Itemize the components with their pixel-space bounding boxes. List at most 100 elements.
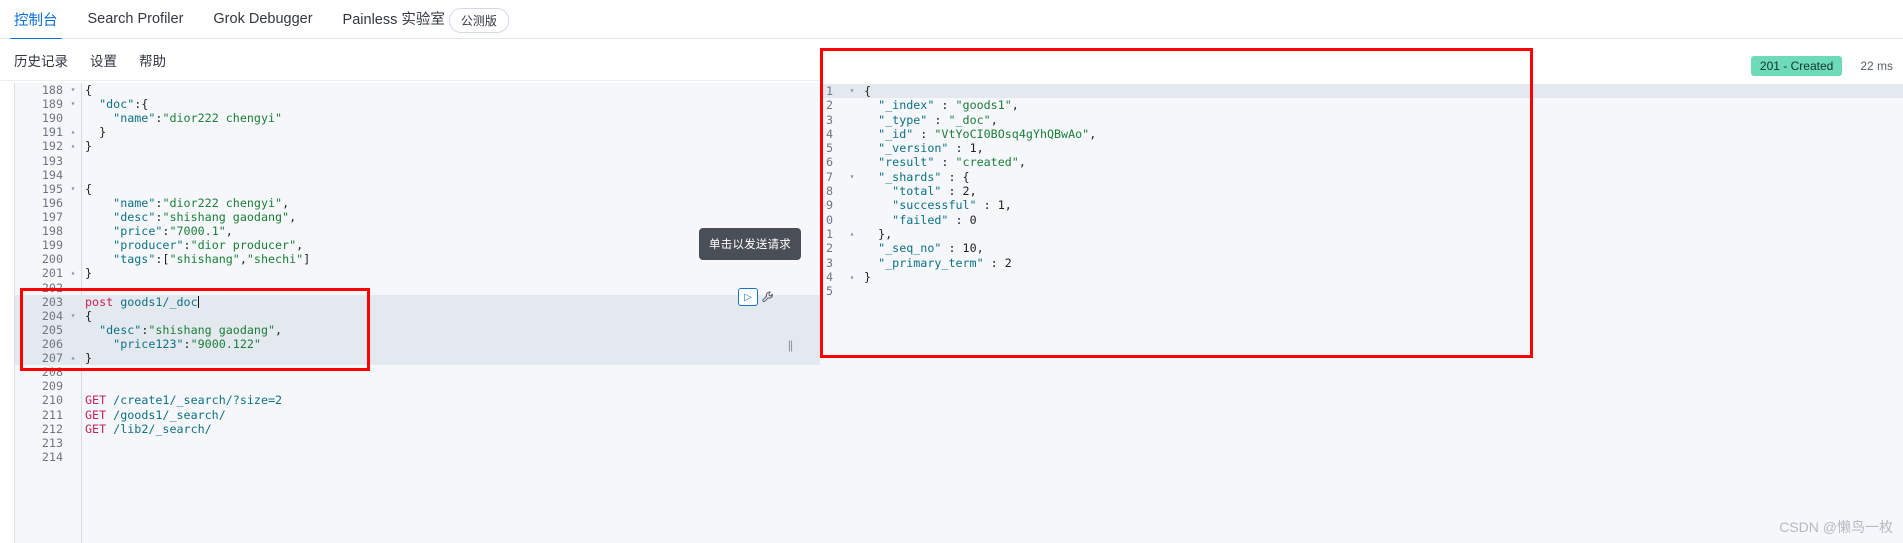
editor-line-number: 209 [41,379,63,394]
editor-line[interactable]: 212 GET /lib2/_search/ [15,422,839,436]
editor-line-number: 195✖ [15,182,67,196]
fold-toggle-icon[interactable]: ▾ [67,83,79,97]
editor-line-number: 214 [41,449,63,464]
editor-line-number: 202 [41,280,63,295]
response-line-number: 2 [826,98,834,113]
editor-line-number: 212 [41,421,63,436]
tab-console[interactable]: 控制台 [10,9,61,41]
response-line-text: { [864,84,872,98]
editor-line[interactable]: 208 [15,365,839,379]
editor-line-number: 204 [41,308,63,323]
send-request-play-icon[interactable]: ▷ [738,288,758,306]
tab-search-profiler[interactable]: Search Profiler [88,11,184,37]
editor-line[interactable]: 191 ▴ } [15,125,839,139]
editor-line[interactable]: 188 ▾ { [15,83,839,97]
fold-toggle-icon[interactable]: ▴ [67,351,79,365]
editor-line[interactable]: 192 ▴} [15,139,839,153]
editor-line[interactable]: 194 [15,168,839,182]
fold-toggle-icon[interactable]: ▾ [846,84,858,98]
response-line-number: 8 [826,184,834,199]
response-pane: 201 - Created 22 ms 1 ▾ {2 "_index" : "goo… [820,48,1903,543]
response-line: 5 [820,284,1903,298]
editor-line[interactable]: 203 post goods1/_doc [15,294,839,309]
editor-line[interactable]: 214 [15,450,839,464]
response-line-text: } [864,269,872,284]
editor-line[interactable]: 193 [15,154,839,168]
editor-line[interactable]: 197 "desc":"shishang gaodang", [15,210,839,224]
fold-toggle-icon[interactable]: ▴ [67,139,79,153]
response-line: 1 ▴ }, [820,227,1903,241]
fold-toggle-icon[interactable]: ▾ [67,309,79,323]
editor-line[interactable]: 206 "price123":"9000.122" [15,336,839,352]
editor-line-number: 208 [41,365,63,380]
editor-line-number: 203 [41,294,63,309]
response-line-text: "_seq_no" : 10, [878,241,984,256]
response-line-text: "_id" : "VtYoCI0BOsq4gYhQBwAo", [878,126,1097,141]
response-line-text: "total" : 2, [892,184,977,199]
editor-line-text: } [85,351,93,366]
editor-line-text: "desc":"shishang gaodang", [99,322,283,337]
response-line-number: 1 [826,84,834,98]
fold-toggle-icon[interactable]: ▾ [846,170,858,184]
tab-grok-debugger-label: Grok Debugger [213,11,313,27]
pane-splitter-handle[interactable]: || [786,337,794,353]
editor-line[interactable]: 201 ▴} [15,266,839,280]
response-header: 201 - Created 22 ms [820,48,1903,84]
editor-line[interactable]: 207 ▴} [15,351,839,366]
editor-line[interactable]: 196 "name":"dior222 chengyi", [15,196,839,210]
response-line-text: "_primary_term" : 2 [878,255,1012,270]
response-line-text: "_index" : "goods1", [878,98,1019,113]
response-line-number: 7 [826,169,834,184]
editor-line-number: 201 [41,266,63,281]
response-line-text: "_type" : "_doc", [878,112,998,127]
request-editor[interactable]: 188 ▾{189 ▾ "doc":{190 "name":"dior222 che… [14,83,839,543]
submenu-item-settings[interactable]: 设置 [90,50,117,70]
editor-line[interactable]: 195✖▾ { [15,182,839,196]
response-line: 8 "total" : 2, [820,184,1903,198]
response-line-number: 4 [826,126,834,141]
response-line-text: }, [864,226,893,241]
fold-toggle-icon[interactable]: ▾ [67,97,79,111]
tab-grok-debugger[interactable]: Grok Debugger [213,11,312,37]
response-line: 7 ▾ "_shards" : { [820,170,1903,184]
response-line: 2 "_index" : "goods1", [820,98,1903,112]
response-line: 1 ▾ { [820,84,1903,99]
response-line-number: 6 [826,155,834,170]
wrench-icon[interactable] [760,288,776,306]
response-line-number: 9 [826,198,834,213]
editor-line[interactable]: 205 "desc":"shishang gaodang", [15,322,839,337]
editor-line[interactable]: 190 "name":"dior222 chengyi" [15,111,839,125]
response-line: 4 ▴} [820,270,1903,284]
submenu-item-history[interactable]: 历史记录 [14,50,68,70]
editor-line[interactable]: 211 GET /goods1/_search/ [15,408,839,422]
tab-painless-lab[interactable]: Painless 实验室 公测版 [343,7,509,42]
editor-line[interactable]: 202 [15,281,839,295]
console-page: 控制台 Search Profiler Grok Debugger Painle… [0,0,1903,543]
response-line-number: 3 [826,255,834,270]
response-line-text: "successful" : 1, [892,198,1012,213]
submenu-item-help[interactable]: 帮助 [139,50,166,70]
fold-toggle-icon[interactable]: ▴ [67,125,79,139]
editor-line[interactable]: 210 GET /create1/_search/?size=2 [15,393,839,407]
editor-line-number: 198 [41,224,63,239]
editor-line[interactable]: 189 ▾ "doc":{ [15,97,839,111]
response-line: 5 "_version" : 1, [820,141,1903,155]
tab-search-profiler-label: Search Profiler [87,11,184,27]
fold-toggle-icon[interactable]: ▴ [846,270,858,284]
response-line-number: 3 [826,112,834,127]
fold-toggle-icon[interactable]: ▾ [67,182,79,196]
editor-line-number: 205 [41,322,63,337]
response-line-number: 5 [826,141,834,156]
fold-toggle-icon[interactable]: ▴ [67,266,79,280]
editor-line[interactable]: 213 [15,436,839,450]
editor-line-number: 211 [41,407,63,422]
editor-line-number: 193 [41,153,63,168]
response-body[interactable]: 1 ▾{2 "_index" : "goods1", 3 "_type" : "_d… [820,84,1903,543]
editor-line-text: post goods1/_doc [85,294,199,309]
fold-toggle-icon[interactable]: ▴ [846,227,858,241]
response-line: 9 "successful" : 1, [820,198,1903,212]
editor-line[interactable]: 209 [15,379,839,393]
editor-line-text: "doc":{ [99,97,149,112]
editor-line-text: "desc":"shishang gaodang", [113,209,297,224]
editor-line[interactable]: 204 ▾ { [15,308,839,323]
